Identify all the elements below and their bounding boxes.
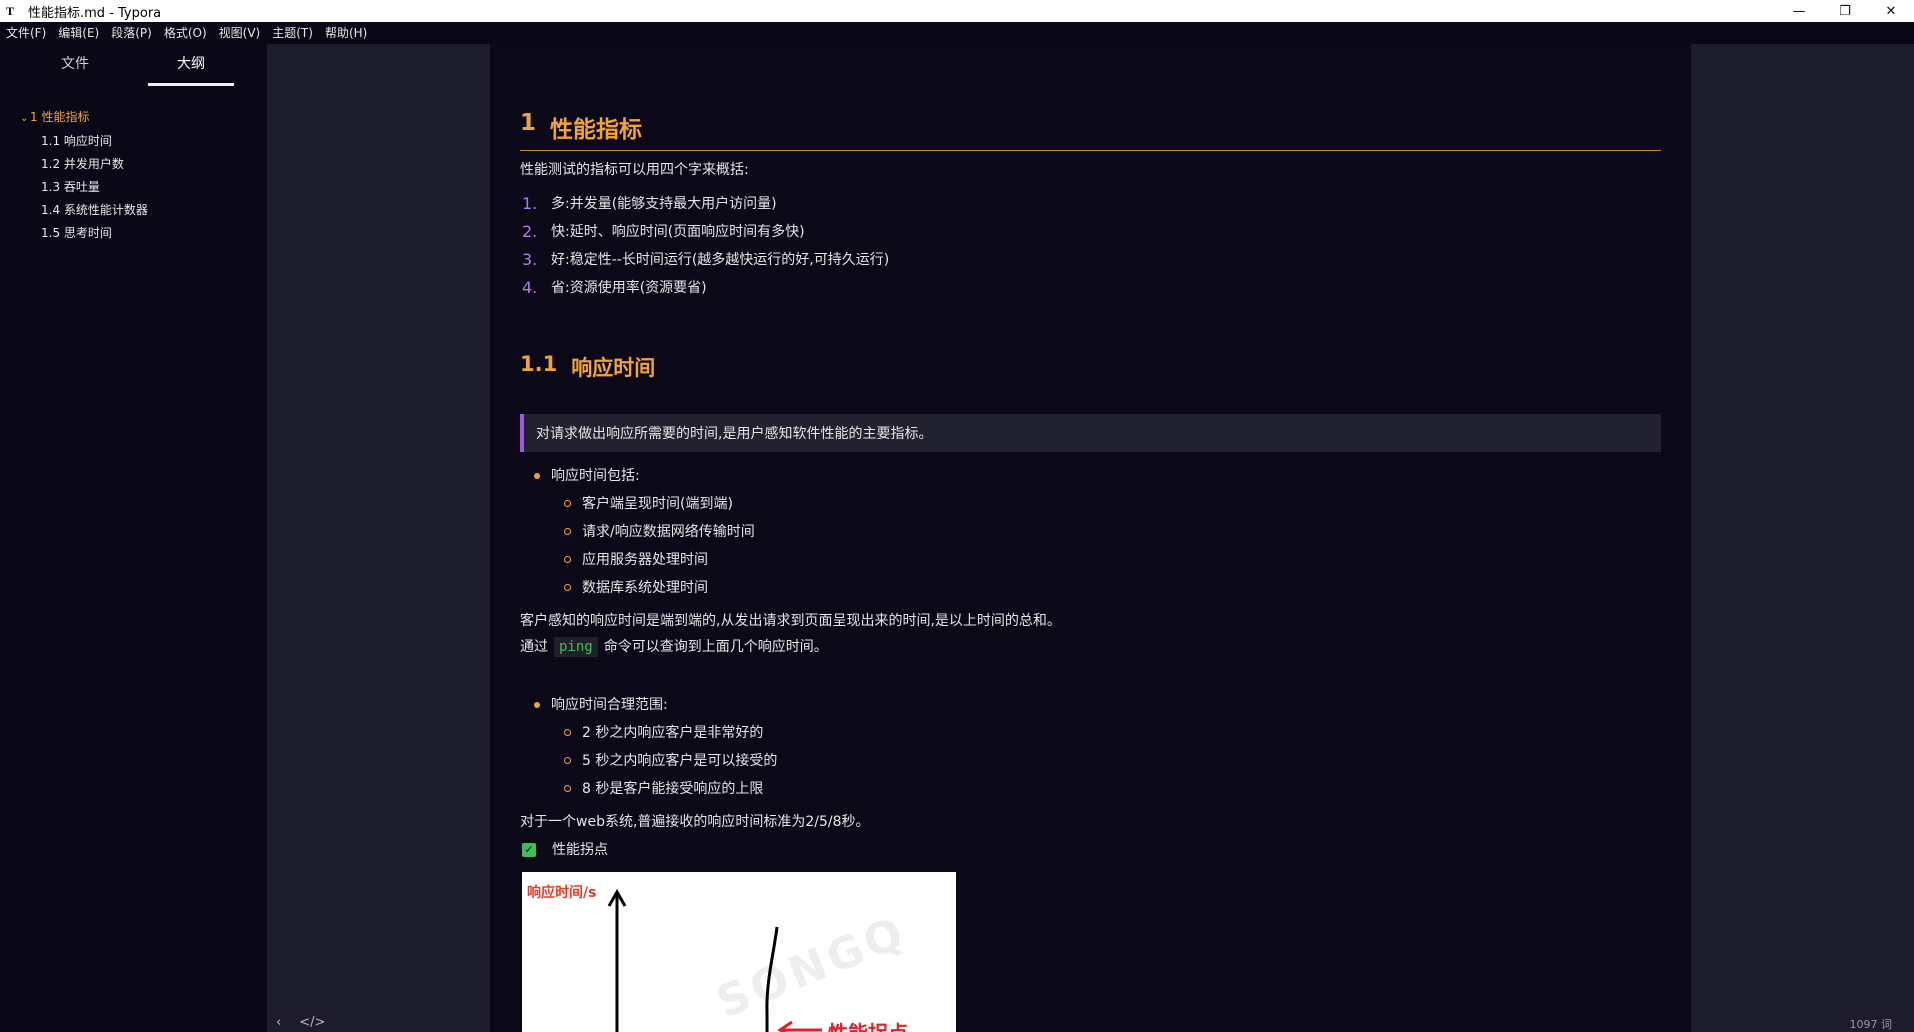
heading-number: 1 [520,110,537,136]
window-title: 性能指标.md - Typora [28,5,162,21]
list-item: 请求/响应数据网络传输时间 [563,518,1661,546]
menu-theme[interactable]: 主题(T) [266,22,319,44]
list-item: 响应时间合理范围: 2 秒之内响应客户是非常好的 5 秒之内响应客户是可以接受的… [532,691,1661,803]
list-number: 2. [522,222,538,241]
window-controls: — ❐ ✕ [1776,0,1914,22]
outline-list: ⌄ 1 性能指标 1.1 响应时间 1.2 并发用户数 1.3 吞吐量 1.4 系… [0,106,267,245]
paragraph-text: 命令可以查询到上面几个响应时间。 [603,639,828,655]
list-text: 响应时间合理范围: [551,697,668,713]
source-code-icon[interactable]: </> [299,1015,325,1030]
chevron-down-icon[interactable]: ⌄ [20,107,30,130]
list-item: 8 秒是客户能接受响应的上限 [563,775,1661,803]
paragraph-text: 通过 [520,639,548,655]
blockquote: 对请求做出响应所需要的时间,是用户感知软件性能的主要指标。 [520,414,1661,452]
image-sketch [607,888,822,1032]
sub-list: 客户端呈现时间(端到端) 请求/响应数据网络传输时间 应用服务器处理时间 数据库… [551,490,1661,602]
tab-files[interactable]: 文件 [26,44,124,88]
list-item: 客户端呈现时间(端到端) [563,490,1661,518]
list-item: 1. 多:并发量(能够支持最大用户访问量) [520,190,1661,218]
sidebar-tabs: 文件 大纲 [0,44,267,88]
tab-outline[interactable]: 大纲 [142,44,240,88]
list-item: 应用服务器处理时间 [563,546,1661,574]
inline-code: ping [554,637,598,657]
typora-app-icon: T [6,3,15,18]
list-item: 2 秒之内响应客户是非常好的 [563,719,1661,747]
image-curve [765,926,779,1032]
image-label: 性能拐点 [828,1017,908,1032]
menu-view[interactable]: 视图(V) [213,22,267,44]
task-item: ✓ 性能拐点 [520,838,1661,862]
editor-footer-tools: ‹ </> [276,1015,325,1030]
list-item: 3. 好:稳定性--长时间运行(越多越快运行的好,可持久运行) [520,246,1661,274]
numbered-list: 1. 多:并发量(能够支持最大用户访问量) 2. 快:延时、响应时间(页面响应时间有… [520,190,1661,302]
heading-text: 响应时间 [571,356,656,380]
paragraph: 客户感知的响应时间是端到端的,从发出请求到页面呈现出来的时间,是以上时间的总和。 [520,613,1061,629]
menu-format[interactable]: 格式(O) [158,22,213,44]
outline-item-performance-metrics[interactable]: ⌄ 1 性能指标 [0,106,267,130]
menu-paragraph[interactable]: 段落(P) [105,22,158,44]
outline-item-label: 1 性能指标 [30,110,90,124]
menu-bar: 文件(F) 编辑(E) 段落(P) 格式(O) 视图(V) 主题(T) 帮助(H… [0,22,1914,44]
word-count[interactable]: 1097 词 [1850,1016,1893,1032]
list-text: 快:延时、响应时间(页面响应时间有多快) [551,224,805,240]
list-text: 响应时间包括: [551,468,640,484]
sidebar: 文件 大纲 ⌄ 1 性能指标 1.1 响应时间 1.2 并发用户数 1.3 吞吐量… [0,44,267,1032]
blockquote-text: 对请求做出响应所需要的时间,是用户感知软件性能的主要指标。 [536,426,933,442]
list-item: 数据库系统处理时间 [563,574,1661,602]
outline-item-concurrent-users[interactable]: 1.2 并发用户数 [0,153,267,176]
restore-button[interactable]: ❐ [1822,0,1868,22]
intro-paragraph: 性能测试的指标可以用四个字来概括: [520,162,749,178]
list-text: 省:资源使用率(资源要省) [551,280,707,296]
list-item: 5 秒之内响应客户是可以接受的 [563,747,1661,775]
list-number: 1. [522,194,538,213]
document-page[interactable]: 1 性能指标 性能测试的指标可以用四个字来概括: 1. 多:并发量(能够支持最大用… [490,44,1691,1032]
minimize-button[interactable]: — [1776,0,1822,22]
chevron-left-icon[interactable]: ‹ [276,1015,281,1030]
menu-edit[interactable]: 编辑(E) [52,22,105,44]
menu-file[interactable]: 文件(F) [0,22,52,44]
task-label: 性能拐点 [552,842,608,858]
list-number: 3. [522,250,538,269]
outline-item-think-time[interactable]: 1.5 思考时间 [0,222,267,245]
close-button[interactable]: ✕ [1868,0,1914,22]
sub-list: 2 秒之内响应客户是非常好的 5 秒之内响应客户是可以接受的 8 秒是客户能接受… [551,719,1661,803]
list-item: 2. 快:延时、响应时间(页面响应时间有多快) [520,218,1661,246]
bullet-list-response-time: 响应时间包括: 客户端呈现时间(端到端) 请求/响应数据网络传输时间 应用服务器… [520,462,1661,602]
list-item: 4. 省:资源使用率(资源要省) [520,274,1661,302]
outline-item-system-counters[interactable]: 1.4 系统性能计数器 [0,199,267,222]
performance-knee-image[interactable]: SONGQ 响应时间/s 性能拐点 [522,872,956,1032]
heading-text: 性能指标 [550,117,643,143]
menu-help[interactable]: 帮助(H) [319,22,373,44]
list-text: 多:并发量(能够支持最大用户访问量) [551,196,777,212]
outline-item-throughput[interactable]: 1.3 吞吐量 [0,176,267,199]
title-bar: T 性能指标.md - Typora — ❐ ✕ [0,0,1914,22]
list-number: 4. [522,278,538,297]
heading-2: 1.1 响应时间 [520,352,1661,382]
list-item: 响应时间包括: 客户端呈现时间(端到端) 请求/响应数据网络传输时间 应用服务器… [532,462,1661,602]
list-text: 好:稳定性--长时间运行(越多越快运行的好,可持久运行) [551,252,890,268]
paragraph-with-code: 通过 ping 命令可以查询到上面几个响应时间。 [520,637,1661,657]
paragraph: 对于一个web系统,普遍接收的响应时间标准为2/5/8秒。 [520,814,870,830]
task-checkbox[interactable]: ✓ [522,843,536,857]
outline-item-response-time[interactable]: 1.1 响应时间 [0,130,267,153]
bullet-list-response-range: 响应时间合理范围: 2 秒之内响应客户是非常好的 5 秒之内响应客户是可以接受的… [520,691,1661,803]
heading-number: 1.1 [520,352,558,376]
heading-1: 1 性能指标 [520,110,1661,151]
